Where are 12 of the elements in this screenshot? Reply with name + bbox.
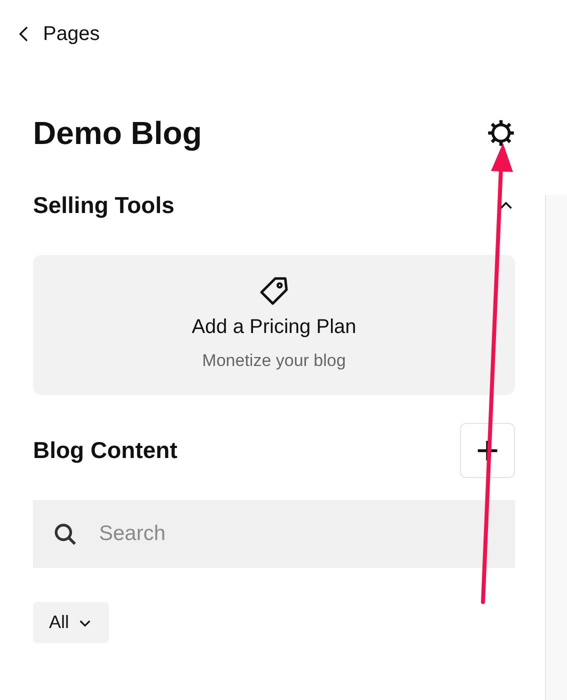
card-title: Add a Pricing Plan (192, 315, 356, 340)
section-heading: Blog Content (33, 436, 178, 464)
settings-icon[interactable] (487, 119, 515, 147)
section-heading: Selling Tools (33, 192, 174, 220)
back-link[interactable]: Pages (43, 19, 100, 49)
pricing-plan-card[interactable]: Add a Pricing Plan Monetize your blog (33, 255, 515, 395)
tag-icon (259, 276, 289, 306)
filter-dropdown[interactable]: All (33, 602, 110, 643)
search-field[interactable]: Search (33, 500, 515, 568)
page-title: Demo Blog (33, 114, 202, 152)
search-icon (53, 522, 78, 547)
card-subtitle: Monetize your blog (202, 350, 346, 372)
